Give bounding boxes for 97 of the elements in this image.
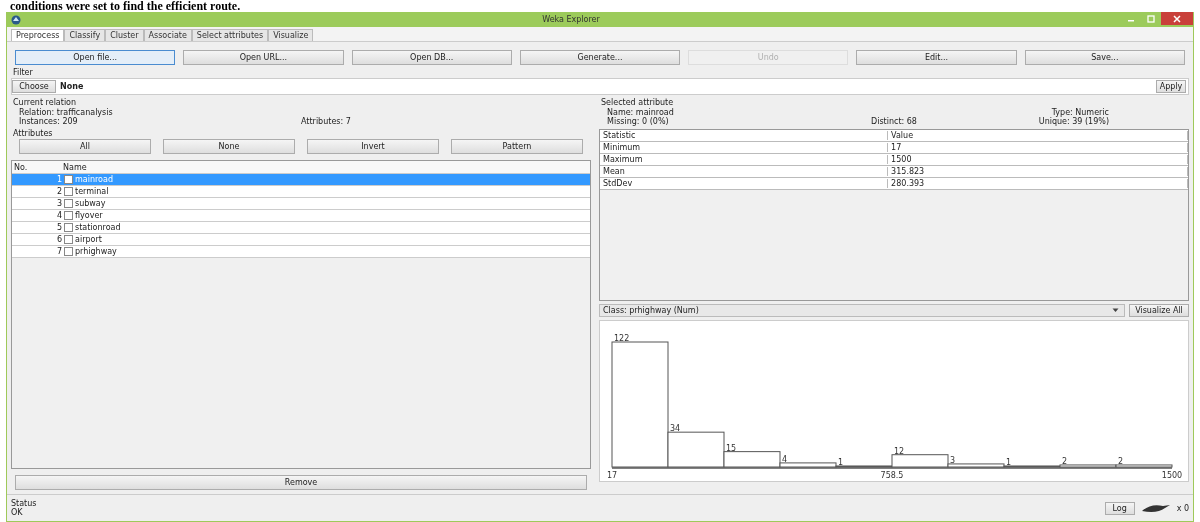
tab[interactable]: Visualize [268,29,314,41]
attribute-name: subway [74,199,106,208]
bar-label: 3 [950,455,956,465]
select-button[interactable]: Invert [307,139,439,154]
remove-button[interactable]: Remove [15,475,587,490]
attribute-name: flyover [74,211,103,220]
bar-label: 1 [1006,458,1012,467]
window-title: Weka Explorer [541,15,601,24]
select-button[interactable]: All [19,139,151,154]
bar-label: 4 [782,454,788,464]
attribute-name: airport [74,235,102,244]
log-button[interactable]: Log [1104,501,1135,515]
attribute-name: stationroad [74,223,121,232]
class-dropdown[interactable]: Class: prhighway (Num) [599,304,1125,317]
table-cell: 1500 [888,155,1188,164]
table-cell: 315.823 [888,167,1188,176]
attribute-row[interactable]: 4 flyover [12,210,590,222]
bar-label: 34 [670,424,681,434]
bird-icon [1140,502,1171,514]
section-label: Attributes [13,129,54,138]
row-number: 5 [55,223,63,232]
attribute-name-text: Name: mainroad [606,108,675,117]
column-header: Name [62,162,87,172]
attribute-name: mainroad [74,175,113,184]
section-label: Current relation [13,98,78,107]
missing-text: Missing: 0 (0%) [606,117,670,126]
relation-text: Relation: trafficanalysis [18,108,114,117]
instances-text: Instances: 209 [18,117,78,126]
attribute-name: terminal [74,187,109,196]
column-header: Value [888,131,1188,140]
bar-label: 15 [726,443,737,453]
select-button[interactable]: None [163,139,295,154]
tab[interactable]: Cluster [105,29,144,41]
toolbar-button[interactable]: Open DB... [351,50,512,65]
toolbar-button[interactable]: Open file... [15,50,176,65]
tick-label: 758.5 [880,471,904,480]
section-label: Filter [13,68,34,77]
table-cell: 280.393 [888,179,1188,188]
bar-label: 2 [1118,456,1124,466]
choose-button[interactable]: Choose [12,80,56,93]
bar-label: 12 [894,446,905,456]
unique-text: Unique: 39 (19%) [1037,117,1110,126]
toolbar-button[interactable]: Edit... [856,50,1017,65]
row-number: 1 [55,175,63,184]
checkbox[interactable] [64,247,73,256]
column-header: Statistic [600,131,889,140]
bar-label: 1 [838,458,844,467]
row-number: 3 [55,199,63,208]
table-cell: 17 [888,143,1188,152]
checkbox[interactable] [64,235,73,244]
distinct-text: Distinct: 68 [870,117,918,126]
tick-label: 1500 [1161,471,1183,480]
bar-label: 2 [1062,456,1068,466]
close-icon[interactable] [1161,12,1193,25]
attribute-row[interactable]: 2 terminal [12,186,590,198]
attributes-count: Attributes: 7 [301,117,352,126]
status-label: Status [11,499,37,508]
tab[interactable]: Associate [143,29,192,41]
attribute-row[interactable]: 5 stationroad [12,222,590,234]
attribute-row[interactable]: 7 prhighway [12,246,590,258]
attribute-row[interactable]: 3 subway [12,198,590,210]
dropdown-value: Class: prhighway (Num) [603,306,700,315]
tab[interactable]: Classify [64,29,106,41]
row-number: 2 [55,187,63,196]
task-count: x 0 [1176,503,1189,513]
caret-icon [1112,308,1119,313]
table-cell: StdDev [600,179,889,188]
app-icon [11,14,21,25]
apply-button[interactable]: Apply [1156,80,1186,93]
row-number: 4 [55,211,63,220]
attribute-row[interactable]: 6 airport [12,234,590,246]
document-text: conditions were set to find the efficient route. [9,0,242,12]
tick-label: 17 [606,471,618,480]
checkbox[interactable] [64,223,73,232]
status-text: OK [11,508,24,517]
row-number: 7 [55,247,63,256]
tab[interactable]: Select attributes [191,29,269,41]
row-number: 6 [55,235,63,244]
column-header: No. [13,162,29,172]
toolbar-button[interactable]: Generate... [519,50,681,65]
checkbox[interactable] [64,199,73,208]
table-cell: Mean [600,167,889,176]
toolbar-button[interactable]: Open URL... [183,50,344,65]
checkbox[interactable] [64,211,73,220]
filter-field[interactable]: None [56,82,1156,91]
table-cell: Minimum [600,143,889,152]
type-text: Type: Numeric [1051,108,1110,117]
bar-label: 122 [614,334,630,343]
section-label: Selected attribute [601,98,675,107]
toolbar-button[interactable]: Save... [1024,50,1185,65]
checkbox[interactable] [64,175,73,184]
tab[interactable]: Preprocess [11,29,65,41]
table-cell: Maximum [600,155,889,164]
visualize-all-button[interactable]: Visualize All [1129,304,1189,317]
attribute-name: prhighway [74,247,117,256]
checkbox[interactable] [64,187,73,196]
select-button[interactable]: Pattern [451,139,583,154]
